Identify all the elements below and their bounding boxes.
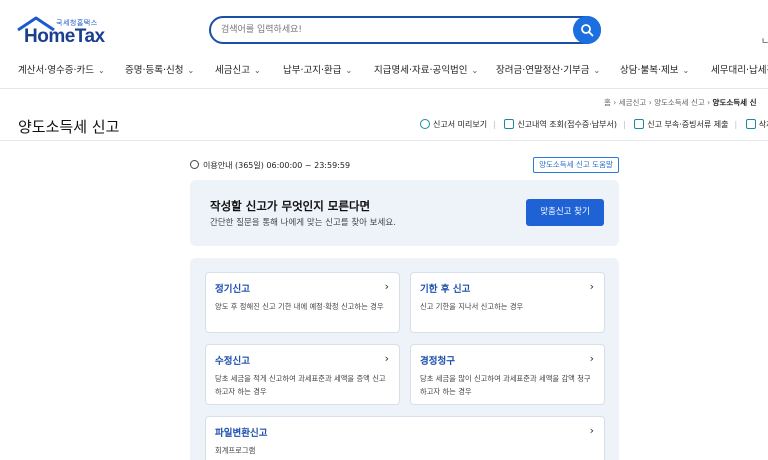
- header-right-glyph[interactable]: ㄴ: [761, 34, 768, 47]
- magnifier-icon: [420, 119, 430, 129]
- help-button[interactable]: 양도소득세 신고 도움말: [533, 157, 619, 173]
- chevron-down-icon: ⌄: [593, 66, 601, 75]
- card-regular-report[interactable]: 정기신고 › 양도 후 정해진 신고 기한 내에 예정·확정 신고하는 경우: [205, 272, 400, 333]
- chevron-right-icon: ›: [384, 352, 389, 365]
- document-upload-icon: [634, 119, 645, 129]
- nav-item-invoice[interactable]: 계산서·영수증·카드 ⌄: [18, 62, 105, 76]
- search-icon: [581, 24, 594, 37]
- banner-description: 간단한 질문을 통해 나에게 맞는 신고를 찾아 보세요.: [210, 218, 396, 228]
- card-title: 수정신고: [215, 356, 250, 367]
- breadcrumb-level2[interactable]: 양도소득세 신고: [654, 98, 705, 107]
- banner-heading: 작성할 신고가 무엇인지 모른다면: [210, 199, 371, 213]
- card-late-report[interactable]: 기한 후 신고 › 신고 기한을 지나서 신고하는 경우: [410, 272, 605, 333]
- card-title: 경정청구: [420, 356, 455, 367]
- nav-divider: [0, 88, 768, 89]
- page-title: 양도소득세 신고: [18, 118, 120, 136]
- document-search-icon: [504, 119, 515, 129]
- nav-item-agent[interactable]: 세무대리·납세관: [711, 62, 768, 76]
- chevron-down-icon: ⌄: [682, 66, 690, 75]
- card-title: 정기신고: [215, 284, 250, 295]
- recommend-banner: 작성할 신고가 무엇인지 모른다면 간단한 질문을 통해 나에게 맞는 신고를 …: [190, 180, 619, 246]
- card-description: 신고 기한을 지나서 신고하는 경우: [420, 302, 524, 311]
- breadcrumb-level1[interactable]: 세금신고: [619, 98, 647, 107]
- clock-icon: [190, 160, 199, 169]
- chevron-right-icon: ›: [384, 280, 389, 293]
- nav-item-payment[interactable]: 납부·고지·환급 ⌄: [283, 62, 352, 76]
- search-box[interactable]: [209, 16, 601, 44]
- preview-button[interactable]: 신고서 미리보기 |: [420, 119, 496, 130]
- card-title: 기한 후 신고: [420, 284, 471, 295]
- report-type-panel: 정기신고 › 양도 후 정해진 신고 기한 내에 예정·확정 신고하는 경우 기…: [190, 258, 619, 460]
- nav-item-certificate[interactable]: 증명·등록·신청 ⌄: [125, 62, 194, 76]
- chevron-down-icon: ⌄: [97, 66, 105, 75]
- card-title: 파일변환신고: [215, 428, 268, 439]
- nav-item-statement[interactable]: 지급명세·자료·공익법인 ⌄: [374, 62, 478, 76]
- find-report-button[interactable]: 맞춤신고 찾기: [526, 199, 604, 226]
- card-file-conversion[interactable]: 파일변환신고 › 회계프로그램: [205, 416, 605, 460]
- card-description: 당초 세금을 많이 신고하여 과세표준과 세액을 감액 청구하고자 하는 경우: [420, 374, 591, 396]
- chevron-down-icon: ⌄: [253, 66, 261, 75]
- chevron-right-icon: ›: [589, 280, 594, 293]
- breadcrumb-home[interactable]: 홈: [604, 98, 611, 107]
- logo-title: HomeTax: [24, 26, 105, 47]
- usage-info: 이용안내 (365일) 06:00:00 ~ 23:59:59: [190, 160, 350, 171]
- card-correction-claim[interactable]: 경정청구 › 당초 세금을 많이 신고하여 과세표준과 세액을 감액 청구하고자…: [410, 344, 605, 405]
- trash-icon: [745, 119, 756, 129]
- breadcrumb: 홈 › 세금신고 › 양도소득세 신고 › 양도소득세 신: [604, 97, 757, 108]
- attachment-button[interactable]: 신고 부속·증빙서류 제출 |: [634, 119, 737, 130]
- main-nav: 계산서·영수증·카드 ⌄ 증명·등록·신청 ⌄ 세금신고 ⌄ 납부·고지·환급 ⌄ 지급…: [0, 58, 768, 82]
- chevron-down-icon: ⌄: [187, 66, 195, 75]
- card-description: 회계프로그램: [215, 446, 256, 455]
- chevron-down-icon: ⌄: [345, 66, 353, 75]
- chevron-right-icon: ›: [589, 352, 594, 365]
- nav-item-tax-report[interactable]: 세금신고 ⌄: [215, 62, 261, 76]
- chevron-right-icon: ›: [589, 424, 594, 437]
- search-input[interactable]: [221, 22, 561, 38]
- chevron-down-icon: ⌄: [471, 66, 479, 75]
- card-amended-report[interactable]: 수정신고 › 당초 세금을 적게 신고하여 과세표준과 세액을 증액 신고하고자…: [205, 344, 400, 405]
- title-divider: [0, 140, 768, 141]
- history-button[interactable]: 신고내역 조회(접수증·납부서) |: [504, 119, 626, 130]
- page-actions: 신고서 미리보기 | 신고내역 조회(접수증·납부서) | 신고 부속·증빙서류 제…: [420, 119, 768, 130]
- nav-item-consult[interactable]: 상담·불복·제보 ⌄: [620, 62, 689, 76]
- search-button[interactable]: [573, 16, 601, 44]
- card-description: 양도 후 정해진 신고 기한 내에 예정·확정 신고하는 경우: [215, 302, 384, 311]
- card-description: 당초 세금을 적게 신고하여 과세표준과 세액을 증액 신고하고자 하는 경우: [215, 374, 386, 396]
- breadcrumb-current: 양도소득세 신: [712, 98, 757, 107]
- nav-item-incentive[interactable]: 장려금·연말정산·기부금 ⌄: [496, 62, 600, 76]
- hometax-logo[interactable]: 국세청홈택스 HomeTax: [16, 16, 126, 48]
- deleted-history-button[interactable]: 삭제내역: [745, 119, 768, 130]
